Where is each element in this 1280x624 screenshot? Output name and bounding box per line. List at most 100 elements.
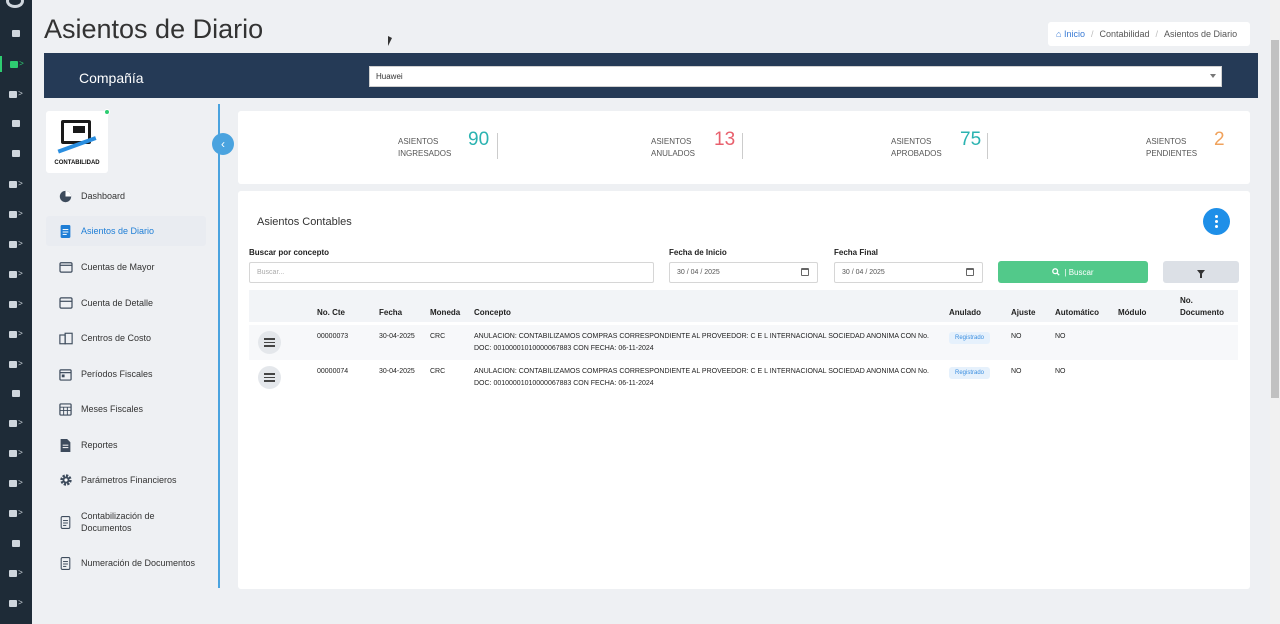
concept-filter-label: Buscar por concepto	[249, 248, 330, 257]
menu-line	[264, 345, 275, 347]
breadcrumb-home-link[interactable]: ⌂ Inicio	[1056, 29, 1085, 39]
kebab-dot	[1215, 215, 1218, 218]
stat-value: 75	[960, 129, 982, 150]
cell-concepto: ANULACION: CONTABILIZAMOS COMPRAS CORRES…	[474, 368, 929, 387]
gear-icon	[58, 473, 73, 488]
status-badge: Registrado	[949, 332, 991, 344]
more-options-button[interactable]	[1203, 208, 1230, 235]
column-header-moneda[interactable]: Moneda	[430, 307, 460, 319]
column-header-no-cte[interactable]: No. Cte	[317, 307, 345, 319]
wallet-icon	[58, 260, 73, 275]
rail-item-truck-icon[interactable]: >	[0, 206, 32, 222]
filter-icon	[1197, 269, 1205, 278]
cell-moneda: CRC	[430, 368, 446, 375]
filter-button[interactable]	[1163, 261, 1239, 283]
sidebar-item-label: Parámetros Financieros	[81, 475, 177, 485]
home-icon[interactable]	[0, 25, 32, 41]
page-title: Asientos de Diario	[44, 14, 264, 44]
stat-value: 2	[1214, 129, 1225, 150]
cell-no-cte: 00000073	[317, 333, 349, 340]
sidebar-item-parametros-financieros[interactable]: Parámetros Financieros	[46, 465, 206, 495]
sidebar-item-contabilizacion-de-documentos[interactable]: Contabilización de Documentos	[46, 505, 206, 539]
sidebar-item-meses-fiscales[interactable]: Meses Fiscales	[46, 394, 206, 424]
rail-item-cart-icon[interactable]: >	[0, 176, 32, 192]
start-date-input[interactable]: 30 / 04 / 2025	[669, 262, 818, 283]
calendar-icon[interactable]	[801, 268, 809, 276]
end-date-input[interactable]: 30 / 04 / 2025	[834, 262, 983, 283]
menu-line	[264, 373, 275, 375]
breadcrumb-separator: /	[1090, 29, 1094, 39]
mouse-cursor-icon	[388, 36, 392, 46]
concept-search-input[interactable]	[249, 262, 654, 283]
sidebar-item-centros-de-costo[interactable]: Centros de Costo	[46, 323, 206, 353]
stat-label: ASIENTOS ANULADOS	[651, 137, 696, 158]
rail-item-list-icon[interactable]: >	[0, 565, 32, 581]
rail-item-bag-icon[interactable]: >	[0, 356, 32, 372]
stat-divider	[987, 133, 988, 159]
calendar-icon[interactable]	[966, 268, 974, 276]
collapse-sidebar-button[interactable]: ‹	[212, 133, 234, 155]
chevron-left-icon: ‹	[221, 137, 225, 151]
sidebar-item-periodos-fiscales[interactable]: Períodos Fiscales	[46, 359, 206, 389]
rail-item-gear-icon[interactable]: >	[0, 326, 32, 342]
breadcrumb-home-label: Inicio	[1063, 29, 1085, 39]
cell-automatico: NO	[1055, 368, 1066, 375]
sidebar-item-label: Cuenta de Detalle	[81, 298, 154, 308]
column-header-ajuste[interactable]: Ajuste	[1011, 307, 1035, 319]
sidebar-item-reportes[interactable]: Reportes	[46, 430, 206, 460]
rail-item-cart-icon[interactable]	[0, 385, 32, 401]
document-icon	[58, 556, 73, 571]
breadcrumb-section[interactable]: Contabilidad	[1099, 29, 1149, 39]
rail-item-truck-icon[interactable]: >	[0, 595, 32, 611]
cell-ajuste: NO	[1011, 368, 1022, 375]
stat-value: 13	[714, 129, 736, 150]
sidebar-item-label: Dashboard	[81, 191, 126, 201]
app-logo-icon[interactable]	[6, 0, 24, 8]
company-select[interactable]: Huawei	[369, 66, 1222, 87]
calendar-grid-icon	[58, 402, 73, 417]
row-menu-button[interactable]	[258, 331, 281, 354]
rail-item-chart-icon[interactable]: >	[0, 296, 32, 312]
column-header-fecha[interactable]: Fecha	[379, 307, 402, 319]
sidebar-item-numeracion-de-documentos[interactable]: Numeración de Documentos	[46, 548, 206, 578]
sidebar-item-cuenta-de-detalle[interactable]: Cuenta de Detalle	[46, 288, 206, 318]
sidebar-item-asientos-de-diario[interactable]: Asientos de Diario	[46, 216, 206, 246]
module-logo: CONTABILIDAD	[46, 109, 110, 173]
menu-line	[264, 380, 275, 382]
rail-item-location-icon[interactable]: >	[0, 505, 32, 521]
sidebar-item-cuentas-de-mayor[interactable]: Cuentas de Mayor	[46, 252, 206, 282]
kebab-dot	[1215, 220, 1218, 223]
page-scrollbar-thumb[interactable]	[1271, 40, 1279, 398]
column-header-automatico[interactable]: Automático	[1055, 307, 1099, 319]
rail-item-lock-icon[interactable]: >	[0, 445, 32, 461]
row-menu-button[interactable]	[258, 366, 281, 389]
column-header-modulo[interactable]: Módulo	[1118, 307, 1146, 319]
cell-automatico: NO	[1055, 333, 1066, 340]
stat-value: 90	[468, 129, 490, 150]
sidebar-item-label: Asientos de Diario	[81, 226, 155, 236]
breadcrumb: ⌂ Inicio / Contabilidad / Asientos de Di…	[1048, 22, 1250, 46]
cell-fecha: 30-04-2025	[379, 333, 415, 340]
card-icon	[58, 296, 73, 311]
kebab-dot	[1215, 225, 1218, 228]
search-button[interactable]: | Buscar	[998, 261, 1148, 283]
rail-item-users-icon[interactable]: >	[0, 266, 32, 282]
file-icon	[58, 438, 73, 453]
rail-item-cart-icon[interactable]: >	[0, 86, 32, 102]
rail-item-lock-icon[interactable]: >	[0, 415, 32, 431]
cell-no-cte: 00000074	[317, 368, 349, 375]
rail-item-document-icon[interactable]	[0, 115, 32, 131]
rail-item-file-icon[interactable]: >	[0, 236, 32, 252]
rail-item-calculator-icon[interactable]: >	[0, 475, 32, 491]
rail-item-calendar-icon[interactable]	[0, 145, 32, 161]
rail-item-group-icon[interactable]	[0, 535, 32, 551]
column-header-concepto[interactable]: Concepto	[474, 307, 511, 319]
column-header-no-documento[interactable]: No. Documento	[1180, 295, 1230, 319]
rail-item-accounting-icon[interactable]: >	[0, 56, 32, 72]
start-date-value: 30 / 04 / 2025	[677, 269, 720, 276]
caret-down-icon	[1210, 74, 1216, 78]
pie-chart-icon	[58, 189, 73, 204]
column-header-anulado[interactable]: Anulado	[949, 307, 981, 319]
sidebar-item-dashboard[interactable]: Dashboard	[46, 181, 206, 211]
start-date-label: Fecha de Inicio	[669, 248, 727, 257]
